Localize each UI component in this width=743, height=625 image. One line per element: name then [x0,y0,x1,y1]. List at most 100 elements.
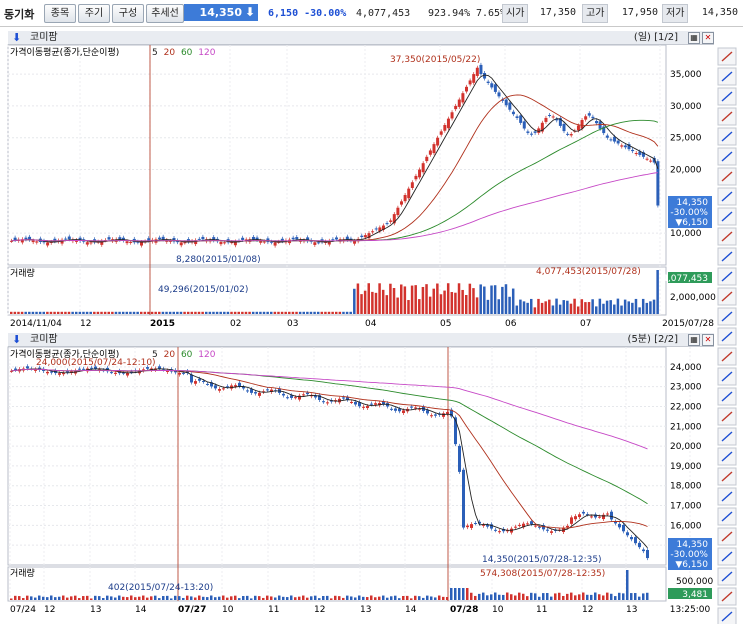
candle [649,160,653,162]
volume-bar [642,593,645,600]
candle [35,241,39,243]
candle [646,549,649,559]
volume-bar [353,288,356,314]
volume-bar [54,597,57,600]
volume-bar [472,288,475,314]
candle [82,368,85,370]
volume-bar [334,595,337,600]
candle [616,140,620,144]
candle [331,239,335,241]
volume-bar [38,595,41,600]
volume-bar [89,311,92,314]
volume-bar [371,291,374,314]
candle [407,188,411,199]
candle [623,145,627,148]
volume-bar [74,595,77,600]
candle [472,74,476,83]
volume-bar [443,290,446,314]
volume-bar [554,593,557,600]
volume-bar [201,311,204,314]
x-tick-label: 05 [440,319,451,329]
volume-bar [576,306,580,314]
candle [461,93,465,103]
volume-bar [493,285,497,314]
y-tick-label: 24,000 [670,363,702,373]
candle [342,397,345,399]
volume-bar [218,596,221,600]
volume-bar [430,596,433,600]
volume-bar [534,593,537,600]
candle [374,228,378,230]
ma120-period: 120 [198,48,215,58]
volume-bar [94,595,97,600]
charts-canvas[interactable]: 35,000 30,000 25,000 20,000 10,000 2014/11/04… [0,0,743,625]
drawing-tools-icons[interactable] [716,44,738,624]
volume-bar [573,298,576,314]
y-tick-label: 20,000 [670,166,702,176]
volume-bar [42,596,45,600]
candle [566,133,570,135]
volume-bar [504,284,508,314]
bottom-price-plot[interactable] [7,346,667,566]
volume-bar [198,595,201,600]
volume-bar [194,597,197,600]
volume-bar [166,595,169,600]
volume-bar [511,288,515,314]
candle [50,371,53,373]
bottom-last-price: 14,350 [677,540,709,550]
bottom-max-annotation: 24,000(2015/07/24-12:10) [36,358,156,368]
volume-bar [226,597,229,600]
candle [638,542,641,548]
volume-bar [121,311,125,314]
volume-bar [309,311,313,314]
candle [498,531,501,533]
volume-bar [602,595,605,600]
candle [306,392,309,395]
volume-bar [140,311,143,314]
top-price-plot[interactable] [7,44,667,266]
volume-bar [327,311,331,314]
volume-bar [366,597,369,600]
candle [182,372,185,374]
volume-bar [266,595,269,600]
candle [402,410,405,414]
x-tick-label: 12 [314,605,325,615]
volume-bar [20,311,24,314]
x-tick-label: 13 [90,605,101,615]
x-tick-label: 04 [365,319,377,329]
candle [462,469,465,528]
y-tick-label: 21,000 [670,422,702,432]
candle [326,402,329,404]
candle [414,175,418,180]
volume-bar [85,311,89,314]
volume-bar [436,283,439,314]
volume-bar [205,311,208,314]
candle [64,238,68,240]
x-tick-label: 10 [222,605,234,615]
y-tick-label: 35,000 [670,70,702,80]
drawing-toolbar [716,44,738,624]
candle [410,182,414,188]
ma20-period: 20 [164,48,176,58]
candle [634,153,638,155]
volume-bar [93,311,96,314]
volume-bar [143,311,147,314]
candle [430,415,433,417]
volume-bar [526,302,529,314]
candle [584,116,588,120]
volume-bar [466,588,469,600]
volume-bar [288,311,291,314]
volume-bar [96,311,100,314]
volume-bar [550,596,553,600]
x-tick-label: 03 [287,319,298,329]
candle [394,408,397,411]
volume-bar [526,596,529,600]
volume-bar [318,598,321,600]
volume-bar [306,597,309,600]
bottom-volume-max-annotation: 574,308(2015/07/28-12:35) [480,569,605,579]
volume-bar [30,596,33,600]
candle [222,388,225,390]
volume-bar [468,283,472,314]
volume-bar [274,597,277,600]
bottom-volume-min-annotation: 402(2015/07/24-13:20) [108,583,213,593]
